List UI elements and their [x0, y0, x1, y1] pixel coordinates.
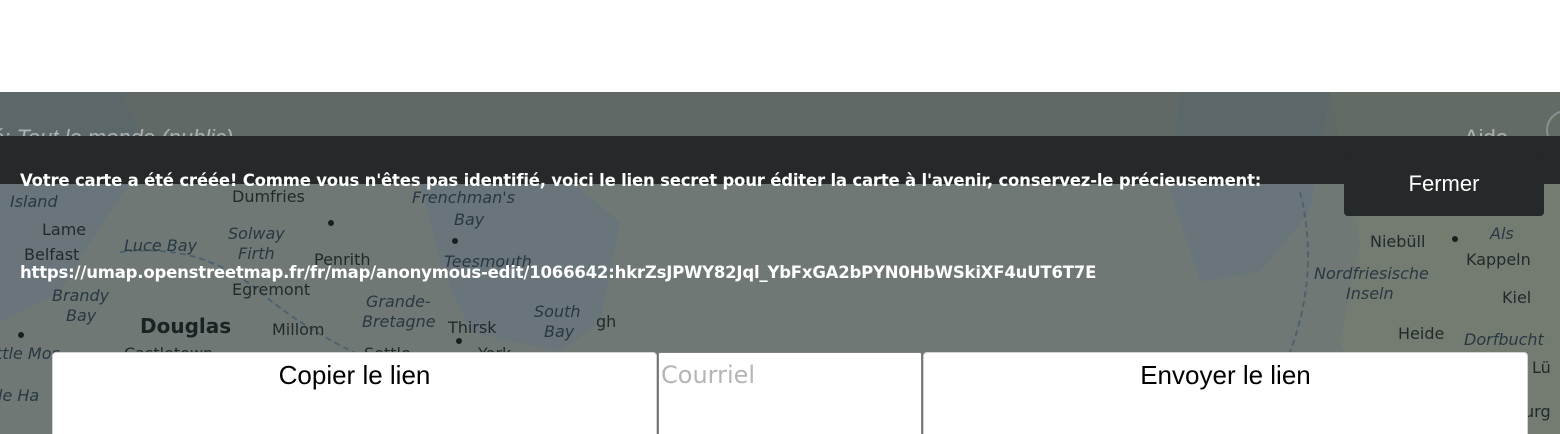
email-field[interactable]: [658, 352, 922, 434]
alert-message: Votre carte a été créée! Comme vous n'êt…: [20, 171, 1262, 190]
copy-link-button[interactable]: Copier le lien: [52, 352, 657, 434]
page-root: Island Lame Belfast Luce Bay Brandy Bay …: [0, 0, 1560, 434]
close-button[interactable]: Fermer: [1344, 152, 1544, 216]
secret-edit-link[interactable]: https://umap.openstreetmap.fr/fr/map/ano…: [20, 263, 1096, 282]
send-link-button[interactable]: Envoyer le lien: [923, 352, 1528, 434]
top-blank-area: [0, 0, 1560, 92]
map-header-bar: [0, 92, 1560, 136]
